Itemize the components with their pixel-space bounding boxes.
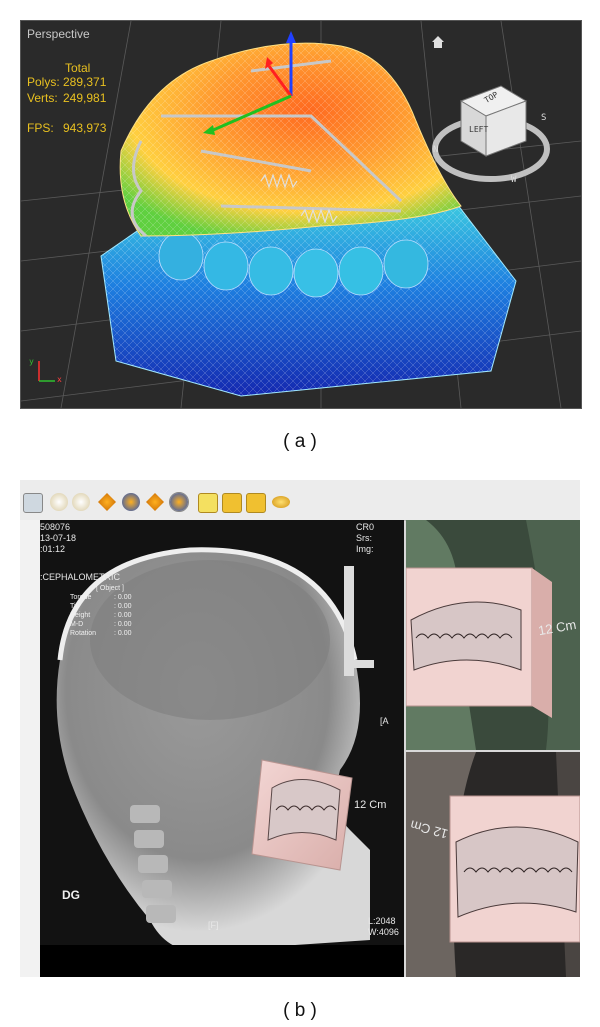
viewport-label[interactable]: Perspective: [27, 27, 90, 41]
caption-b: ( b ): [283, 1000, 317, 1021]
caption-a: ( a ): [283, 431, 317, 452]
object-panel-title: [ Object ]: [95, 585, 124, 592]
tool-lens-icon[interactable]: [272, 496, 290, 508]
tool-measure2-icon[interactable]: [246, 493, 266, 513]
fps-label: FPS:: [27, 121, 54, 135]
close-up-view-1[interactable]: 12 Cm: [406, 520, 580, 750]
mode-label: :CEPHALOMETRIC: [40, 572, 121, 582]
patient-id: 508076: [40, 522, 71, 532]
study-time: :01:12: [40, 544, 66, 554]
polys-label: Polys:: [27, 75, 60, 89]
close-up-image-2: [406, 752, 580, 977]
cephalometric-app-window: 508076 13-07-18 :01:12 :CEPHALOMETRIC [ …: [20, 480, 580, 977]
object-row-rotation: Rotation: 0.00: [70, 630, 132, 637]
tool-circle2-icon[interactable]: [72, 493, 90, 511]
tool-select-icon[interactable]: [23, 493, 43, 513]
dental-model-overlay[interactable]: [251, 759, 353, 871]
srs-label: Srs:: [356, 533, 373, 543]
object-row-torque: Torque: 0.00: [70, 594, 132, 601]
object-row-height: Height: 0.00: [70, 612, 132, 619]
tool-move-icon[interactable]: [98, 493, 116, 511]
verts-label: Verts:: [27, 91, 58, 105]
marker-a: [A: [380, 716, 389, 726]
compass-n: N: [433, 145, 439, 155]
axis-tripod: [38, 361, 55, 382]
marker-f: [F]: [208, 920, 219, 930]
toolbar: [20, 480, 580, 521]
home-icon[interactable]: [431, 35, 445, 49]
close-up-view-2[interactable]: 12 Cm: [406, 752, 580, 977]
compass-s: S: [541, 113, 547, 123]
fps-value: 943,973: [63, 121, 107, 135]
cephalometric-xray-view[interactable]: 508076 13-07-18 :01:12 :CEPHALOMETRIC [ …: [40, 520, 404, 977]
study-date: 13-07-18: [40, 533, 77, 543]
verts-value: 249,981: [63, 91, 107, 105]
object-panel: [ Object ] Torque: 0.00 Tip: 0.00 Height…: [70, 584, 150, 638]
object-row-md: M-D: 0.00: [70, 621, 132, 628]
viewcube-left-label: LEFT: [469, 125, 489, 134]
tool-measure-icon[interactable]: [222, 493, 242, 513]
scale-label: 12 Cm: [354, 799, 387, 811]
tool-move2-icon[interactable]: [146, 493, 164, 511]
series-label: CR0: [356, 522, 375, 532]
window-width: W:4096: [368, 927, 399, 937]
axis-x-label: x: [57, 375, 62, 384]
img-label: Img:: [356, 544, 374, 554]
compass-w: W: [511, 175, 517, 185]
side-panel: [20, 520, 41, 977]
tool-circle-icon[interactable]: [50, 493, 68, 511]
3d-viewport[interactable]: Perspective Total Polys: 289,371 Verts: …: [20, 20, 582, 409]
tool-rotate-icon[interactable]: [122, 493, 140, 511]
object-row-tip: Tip: 0.00: [70, 603, 132, 610]
axis-y-label: y: [29, 357, 34, 366]
stats-total-label: Total: [65, 61, 91, 75]
initials: DG: [62, 888, 80, 902]
polys-value: 289,371: [63, 75, 107, 89]
tool-draw-icon[interactable]: [198, 493, 218, 513]
window-level: L:2048: [368, 916, 396, 926]
tool-rotate2-icon[interactable]: [169, 492, 189, 512]
